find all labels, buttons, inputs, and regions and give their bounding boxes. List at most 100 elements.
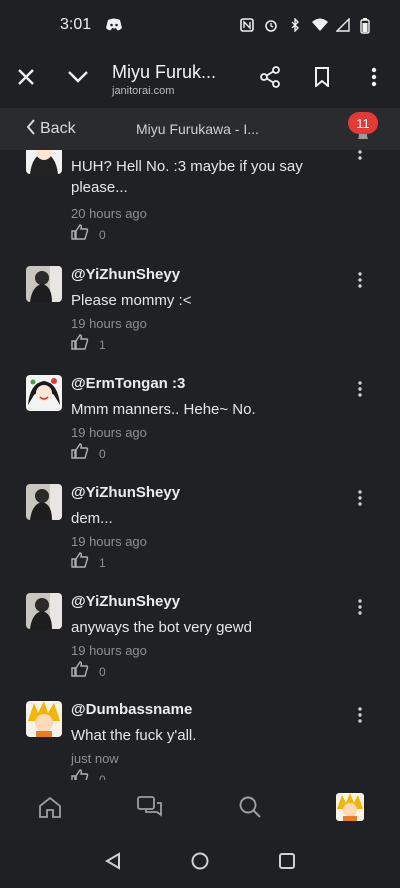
system-back-icon[interactable] <box>104 851 122 875</box>
comment-time: 20 hours ago <box>71 206 147 221</box>
avatar[interactable] <box>26 375 62 411</box>
more-vertical-icon <box>358 380 362 402</box>
signal-icon <box>335 17 350 32</box>
avatar[interactable] <box>26 701 62 737</box>
nav-home[interactable] <box>24 785 76 833</box>
browser-url: janitorai.com <box>112 84 175 97</box>
comments-list: HUH? Hell No. :3 maybe if you say please… <box>0 150 400 780</box>
like-count: 1 <box>99 555 106 570</box>
like-button[interactable]: 0 <box>71 443 106 464</box>
more-vertical-icon <box>358 706 362 728</box>
alarm-icon <box>264 18 278 32</box>
comment-more-button[interactable] <box>350 705 370 729</box>
bookmark-button[interactable] <box>296 53 348 105</box>
like-button[interactable]: 1 <box>71 334 106 355</box>
avatar[interactable] <box>26 484 62 520</box>
like-button[interactable]: 0 <box>71 769 106 780</box>
comment-username[interactable]: @YiZhunSheyy <box>71 593 180 610</box>
status-time: 3:01 <box>60 16 92 33</box>
close-icon <box>16 67 36 92</box>
like-button[interactable]: 0 <box>71 661 106 682</box>
browser-toolbar: Miyu Furuk... janitorai.com <box>0 50 400 108</box>
like-count: 1 <box>99 337 106 352</box>
comment-text: What the fuck y'all. <box>71 727 197 744</box>
comment-time: just now <box>71 751 119 766</box>
like-button[interactable]: 1 <box>71 552 106 573</box>
home-icon <box>38 796 62 823</box>
comment-username[interactable]: @ErmTongan :3 <box>71 375 185 392</box>
bottom-navigation <box>0 780 400 838</box>
wifi-icon <box>312 18 328 32</box>
chat-icon <box>137 795 163 823</box>
thumbs-up-icon <box>71 334 89 355</box>
system-navigation-bar <box>0 838 400 888</box>
thumbs-up-icon <box>71 224 89 245</box>
avatar[interactable] <box>26 593 62 629</box>
status-bar: 3:01 <box>0 0 400 50</box>
browser-title-block: Miyu Furuk... janitorai.com <box>104 62 244 97</box>
like-count: 0 <box>99 664 106 679</box>
comment-time: 19 hours ago <box>71 316 147 331</box>
nav-profile[interactable] <box>324 785 376 833</box>
more-vertical-icon <box>358 598 362 620</box>
nfc-icon <box>240 18 254 32</box>
battery-icon <box>360 18 374 34</box>
comment-username[interactable]: @Dumbassname <box>71 701 192 718</box>
chevron-down-icon <box>67 70 89 89</box>
like-button[interactable]: 0 <box>71 224 106 245</box>
more-vertical-icon <box>371 67 377 92</box>
nav-chats[interactable] <box>124 785 176 833</box>
discord-icon <box>105 18 123 32</box>
share-icon <box>259 65 281 93</box>
menu-button[interactable] <box>348 53 400 105</box>
comment-item: @YiZhunSheyy Please mommy :< 19 hours ag… <box>0 266 400 366</box>
comment-text: Mmm manners.. Hehe~ No. <box>71 401 256 418</box>
like-count: 0 <box>99 446 106 461</box>
comment-item: @Dumbassname What the fuck y'all. just n… <box>0 701 400 780</box>
like-count: 0 <box>99 227 106 242</box>
system-recents-icon[interactable] <box>278 852 296 875</box>
like-count: 0 <box>99 772 106 781</box>
notifications-button[interactable]: 11 <box>348 112 378 142</box>
thumbs-up-icon <box>71 443 89 464</box>
more-vertical-icon <box>358 150 362 165</box>
back-label: Back <box>40 120 76 137</box>
browser-page-title: Miyu Furuk... <box>112 61 217 82</box>
thumbs-up-icon <box>71 769 89 780</box>
thumbs-up-icon <box>71 661 89 682</box>
comment-more-button[interactable] <box>350 150 370 166</box>
comment-item: HUH? Hell No. :3 maybe if you say please… <box>0 150 400 242</box>
comment-item: @YiZhunSheyy anyways the bot very gewd 1… <box>0 593 400 693</box>
thumbs-up-icon <box>71 552 89 573</box>
avatar[interactable] <box>26 150 62 174</box>
comment-time: 19 hours ago <box>71 643 147 658</box>
share-button[interactable] <box>244 53 296 105</box>
comment-text: dem... <box>71 510 113 527</box>
comment-item: @YiZhunSheyy dem... 19 hours ago 1 <box>0 484 400 584</box>
comment-more-button[interactable] <box>350 379 370 403</box>
notification-badge: 11 <box>348 112 378 134</box>
page-header: Back Miyu Furukawa - I... 11 <box>0 108 400 150</box>
comment-time: 19 hours ago <box>71 425 147 440</box>
more-vertical-icon <box>358 271 362 293</box>
bookmark-icon <box>314 66 330 92</box>
comment-more-button[interactable] <box>350 597 370 621</box>
bluetooth-icon <box>288 17 302 33</box>
collapse-button[interactable] <box>52 53 104 105</box>
comment-text: Please mommy :< <box>71 292 192 309</box>
more-vertical-icon <box>358 489 362 511</box>
comment-username[interactable]: @YiZhunSheyy <box>71 266 180 283</box>
comment-more-button[interactable] <box>350 488 370 512</box>
comment-username[interactable]: @YiZhunSheyy <box>71 484 180 501</box>
comment-text: anyways the bot very gewd <box>71 619 252 636</box>
nav-search[interactable] <box>224 785 276 833</box>
chevron-left-icon <box>26 118 36 140</box>
comment-more-button[interactable] <box>350 270 370 294</box>
avatar[interactable] <box>26 266 62 302</box>
close-button[interactable] <box>0 53 52 105</box>
back-button[interactable]: Back <box>0 118 130 140</box>
system-home-icon[interactable] <box>191 852 209 875</box>
comment-item: @ErmTongan :3 Mmm manners.. Hehe~ No. 19… <box>0 375 400 475</box>
comment-text: HUH? Hell No. :3 maybe if you say please… <box>71 158 303 196</box>
search-icon <box>238 795 262 824</box>
